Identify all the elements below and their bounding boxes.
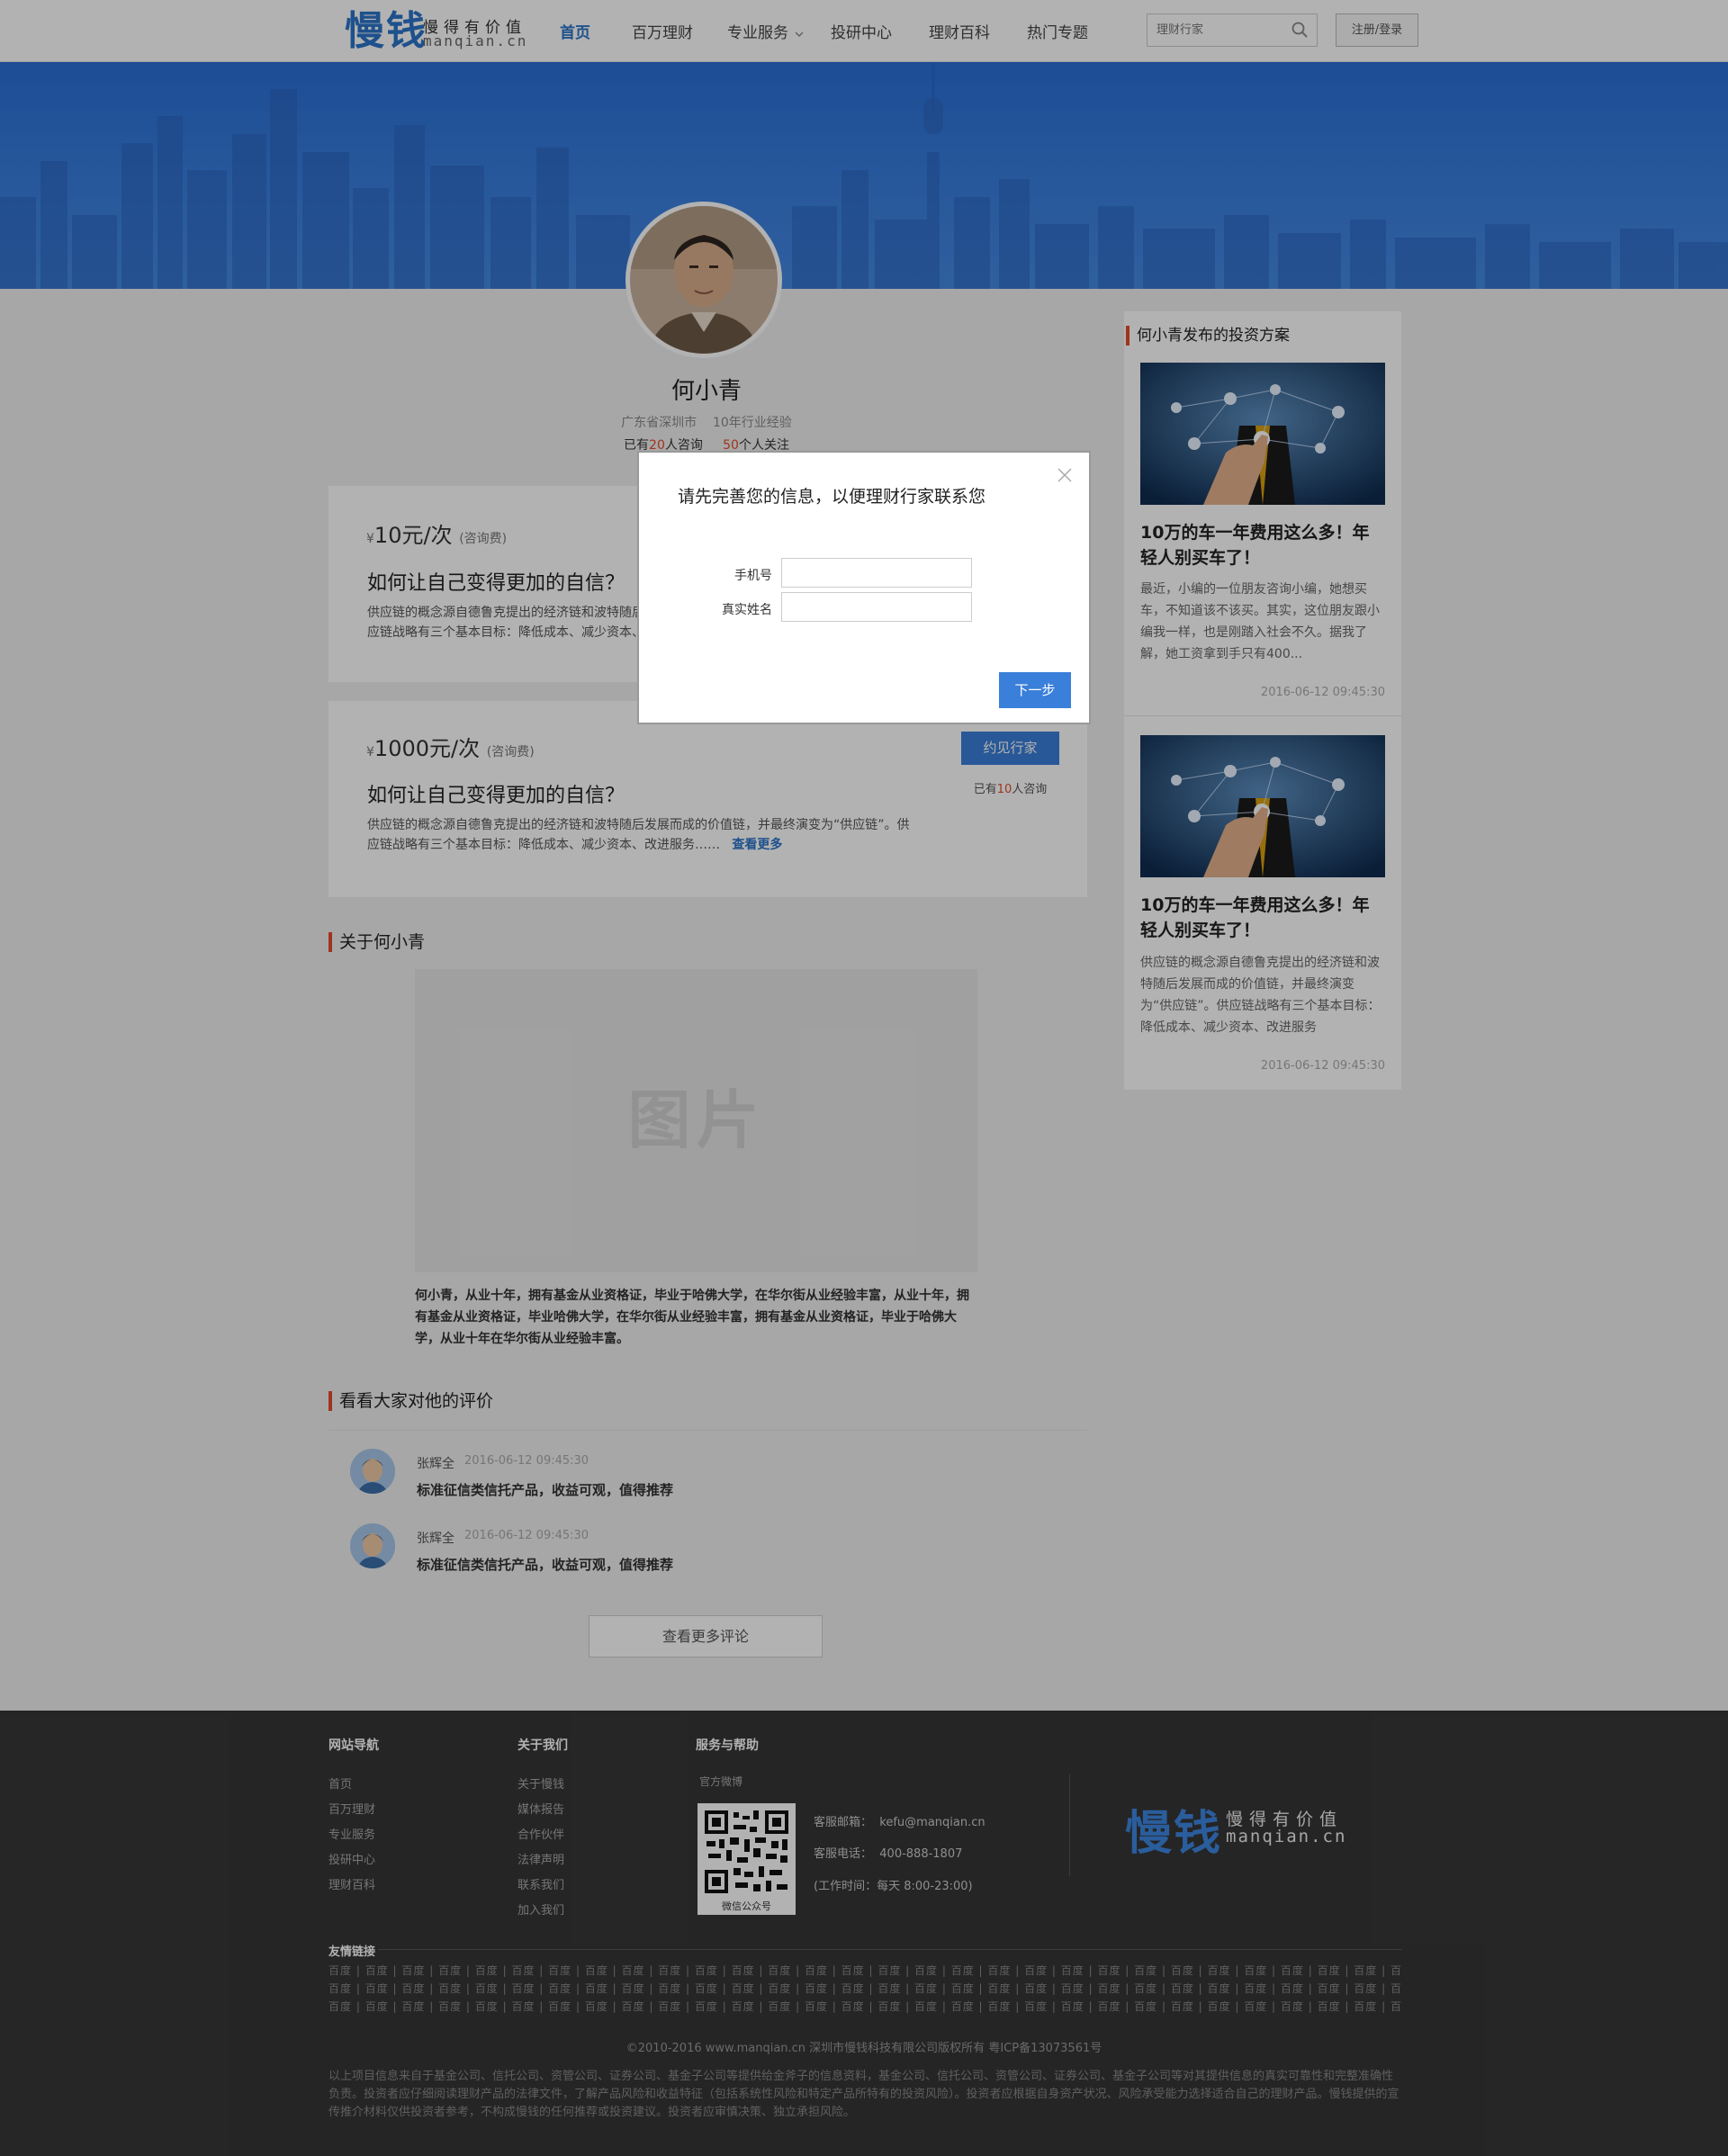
real-name-input[interactable] [781,592,972,622]
phone-input[interactable] [781,558,972,588]
modal-overlay[interactable] [0,0,1728,2156]
contact-info-modal: 请先完善您的信息，以便理财行家联系您 手机号 真实姓名 下一步 [637,451,1091,724]
next-step-button[interactable]: 下一步 [999,672,1071,708]
real-name-label: 真实姓名 [722,603,772,617]
close-icon[interactable] [1055,465,1075,485]
modal-title: 请先完善您的信息，以便理财行家联系您 [678,487,986,507]
phone-label: 手机号 [734,569,772,583]
